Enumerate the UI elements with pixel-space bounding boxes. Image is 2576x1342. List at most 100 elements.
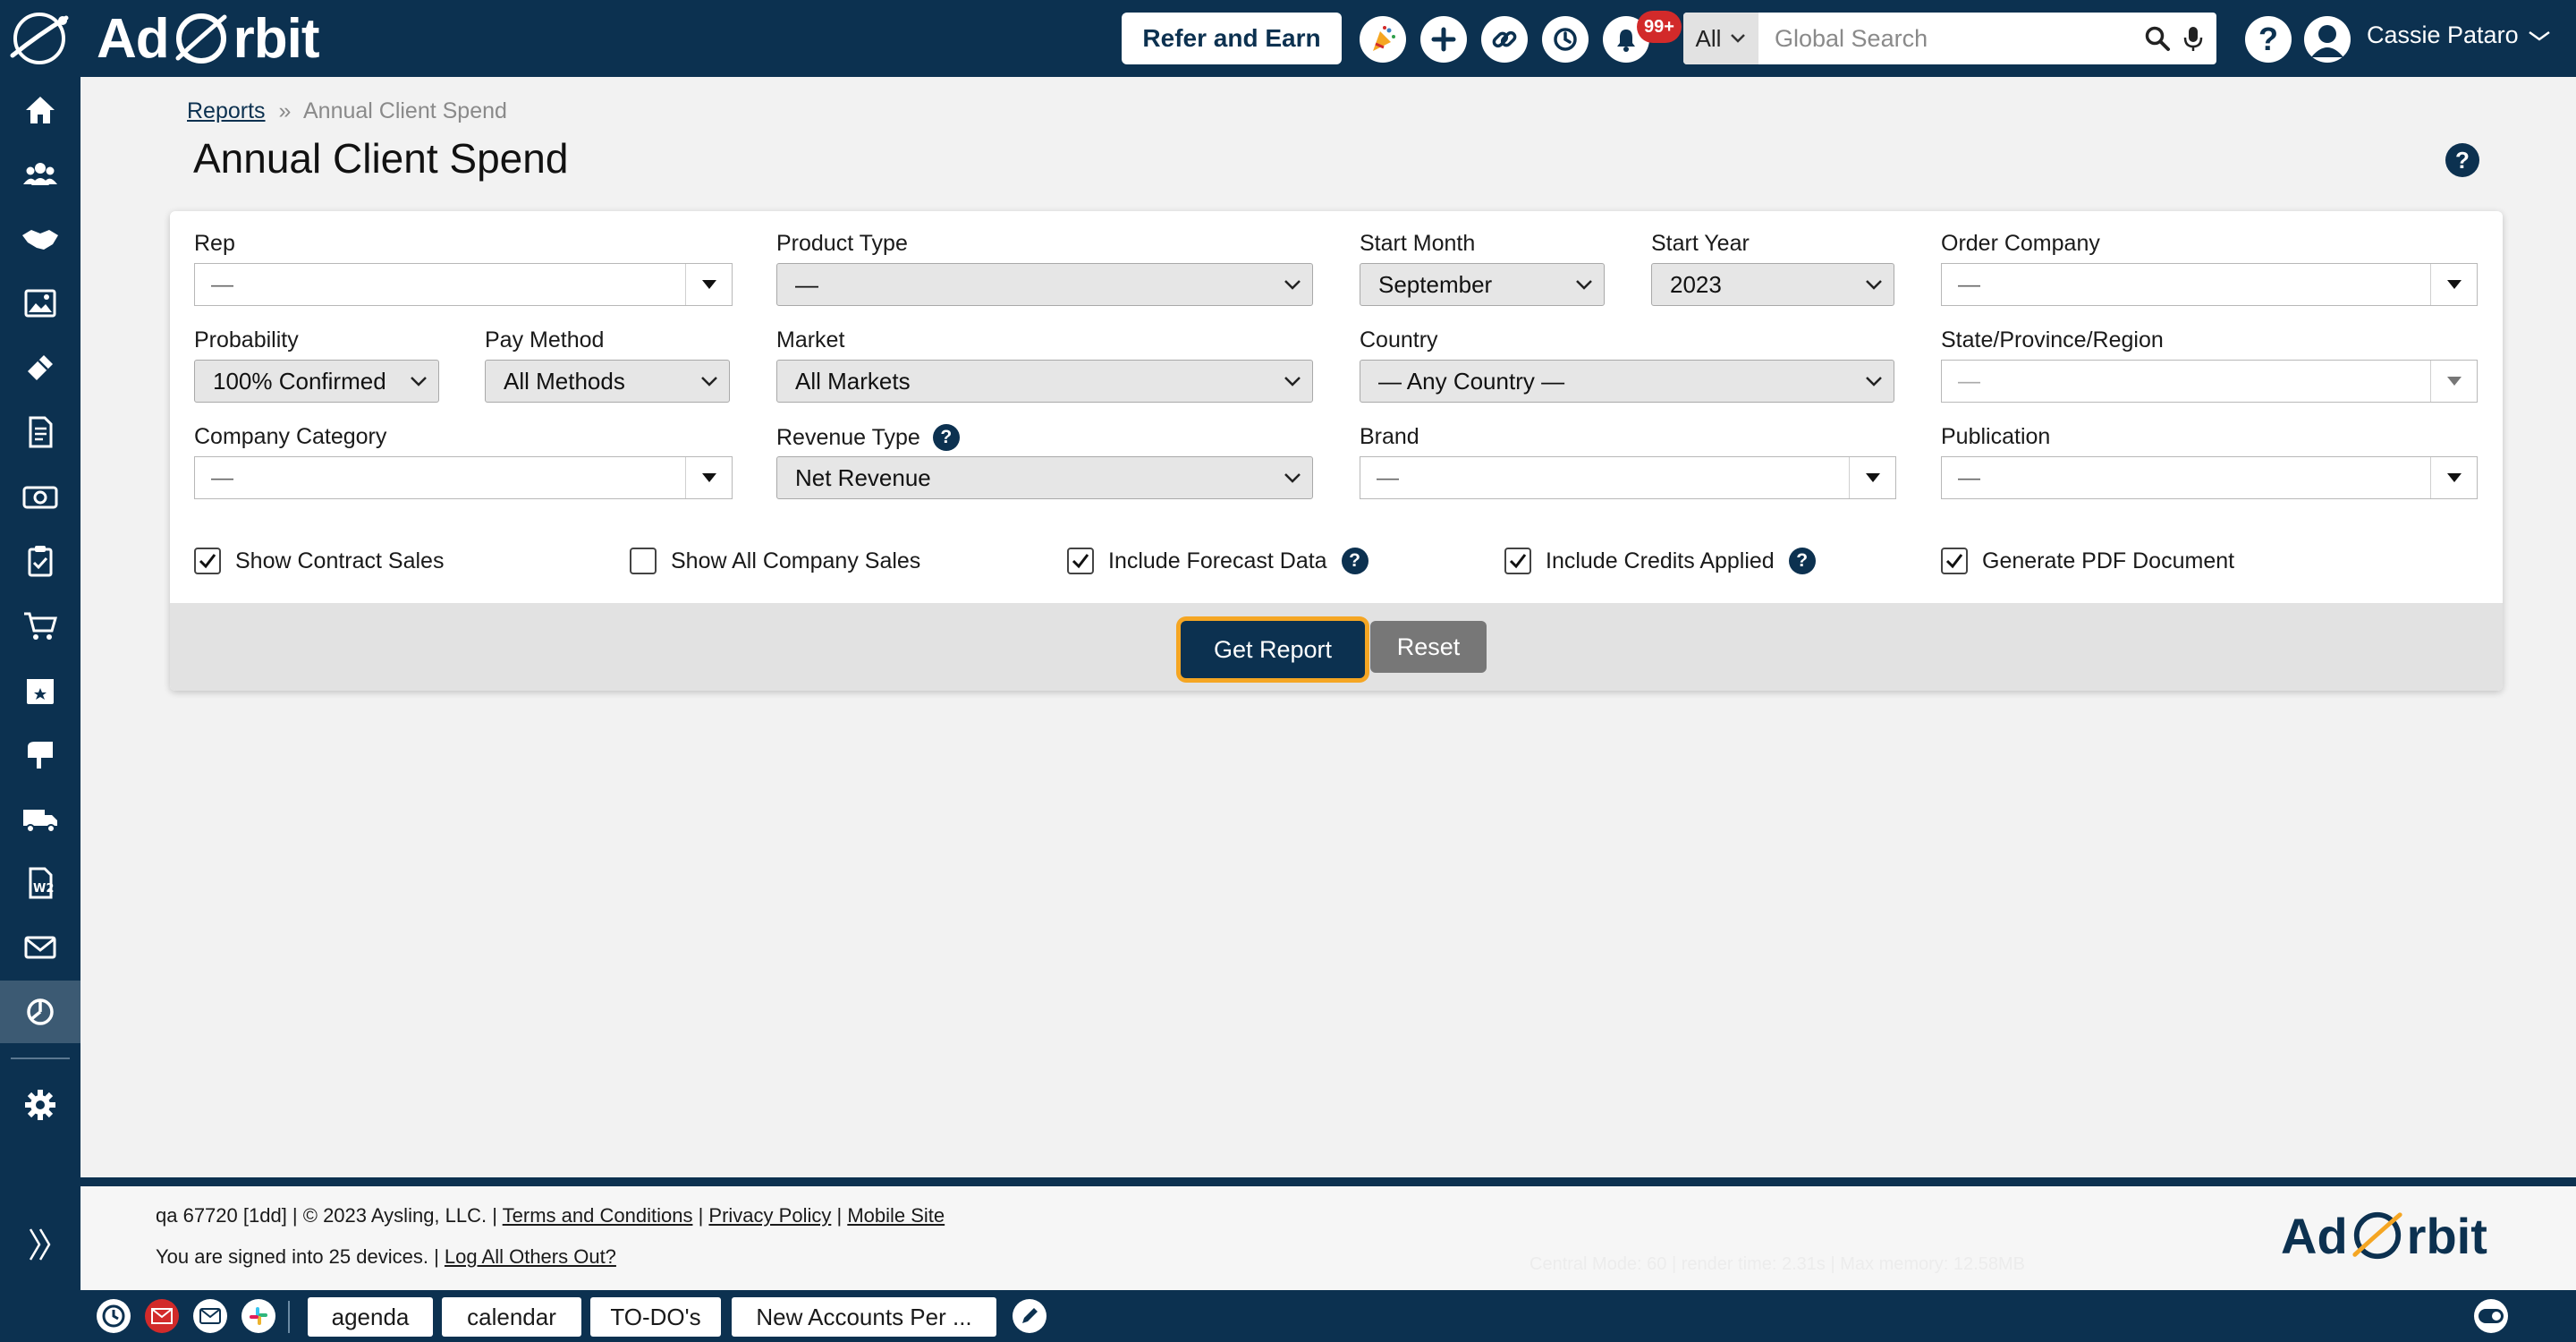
clock-icon[interactable] (97, 1299, 131, 1333)
checkbox[interactable] (630, 548, 657, 574)
checkbox[interactable] (194, 548, 221, 574)
page-help-icon[interactable]: ? (2445, 143, 2479, 177)
breadcrumb-reports-link[interactable]: Reports (187, 98, 266, 123)
footer-logo-text-left: Ad (2281, 1207, 2348, 1264)
refer-and-earn-button[interactable]: Refer and Earn (1122, 13, 1342, 64)
checkbox[interactable] (1504, 548, 1531, 574)
taskbar-tab-todos[interactable]: TO-DO's (590, 1297, 721, 1337)
caret-down-icon[interactable] (2430, 361, 2477, 402)
chevron-down-icon (1273, 279, 1312, 290)
user-menu[interactable]: Cassie Pataro (2367, 21, 2551, 49)
sidebar-item-tasks[interactable] (0, 530, 80, 592)
mobile-site-link[interactable]: Mobile Site (847, 1204, 945, 1227)
sidebar-item-email[interactable] (0, 916, 80, 979)
sidebar-item-reports[interactable] (0, 981, 80, 1043)
sidebar-item-deals[interactable] (0, 208, 80, 270)
chevron-down-icon (690, 376, 729, 386)
brand-combobox[interactable]: — (1360, 456, 1896, 499)
devices-text: You are signed into 25 devices. | (156, 1245, 439, 1268)
truck-icon (23, 810, 57, 833)
sidebar-item-billing[interactable] (0, 465, 80, 528)
sidebar-item-orders[interactable] (0, 594, 80, 657)
sidebar-item-documents[interactable] (0, 401, 80, 463)
breadcrumb-separator: » (278, 98, 292, 123)
sidebar-item-events[interactable] (0, 658, 80, 721)
slack-icon[interactable] (242, 1299, 275, 1333)
sidebar-item-mail[interactable] (0, 723, 80, 786)
sidebar-item-tools[interactable] (0, 336, 80, 399)
get-report-button[interactable]: Get Report (1181, 621, 1365, 678)
question-icon[interactable]: ? (1341, 548, 1368, 574)
caret-down-icon[interactable] (1849, 457, 1895, 498)
party-icon[interactable] (1360, 16, 1406, 63)
link-icon[interactable] (1481, 16, 1528, 63)
pay-method-select[interactable]: All Methods (485, 360, 730, 403)
probability-select[interactable]: 100% Confirmed (194, 360, 439, 403)
history-icon[interactable] (1542, 16, 1589, 63)
footer-separator: | (836, 1204, 843, 1227)
caret-down-icon[interactable] (2430, 457, 2477, 498)
chevron-down-icon (1273, 376, 1312, 386)
add-icon[interactable] (1420, 16, 1467, 63)
sidebar-item-tax[interactable]: W2 (0, 852, 80, 914)
sidebar-item-home[interactable] (0, 79, 80, 141)
global-search-input[interactable] (1758, 13, 2131, 64)
taskbar-tab-agenda[interactable]: agenda (308, 1297, 433, 1337)
chevron-down-icon (2528, 30, 2550, 41)
user-avatar-icon[interactable] (2304, 16, 2351, 63)
help-icon[interactable]: ? (2245, 16, 2292, 63)
reset-button[interactable]: Reset (1370, 621, 1487, 673)
caret-down-icon[interactable] (685, 457, 732, 498)
question-icon[interactable]: ? (932, 424, 960, 451)
include-forecast-data-option[interactable]: Include Forecast Data ? (1067, 548, 1368, 574)
privacy-link[interactable]: Privacy Policy (708, 1204, 831, 1227)
sidebar-divider (11, 1057, 70, 1059)
orbit-logo-icon[interactable] (7, 11, 72, 66)
toggle-icon[interactable] (2474, 1299, 2508, 1333)
search-icon[interactable] (2144, 25, 2171, 52)
footer-legal: qa 67720 [1dd] | © 2023 Aysling, LLC. | … (156, 1204, 945, 1227)
taskbar-tab-calendar[interactable]: calendar (442, 1297, 581, 1337)
taskbar-tab-new-accounts[interactable]: New Accounts Per ... (732, 1297, 996, 1337)
message-icon[interactable] (193, 1299, 227, 1333)
terms-link[interactable]: Terms and Conditions (503, 1204, 693, 1227)
footer: qa 67720 [1dd] | © 2023 Aysling, LLC. | … (80, 1186, 2576, 1290)
show-all-company-sales-option[interactable]: Show All Company Sales (630, 548, 920, 574)
log-others-out-link[interactable]: Log All Others Out? (445, 1245, 616, 1268)
country-select[interactable]: — Any Country — (1360, 360, 1894, 403)
double-chevron-right-icon (29, 1228, 51, 1261)
company-category-combobox[interactable]: — (194, 456, 733, 499)
market-select[interactable]: All Markets (776, 360, 1313, 403)
publication-combobox[interactable]: — (1941, 456, 2478, 499)
checkbox[interactable] (1941, 548, 1968, 574)
state-combobox[interactable]: — (1941, 360, 2478, 403)
sidebar-item-contacts[interactable] (0, 143, 80, 206)
start-year-select[interactable]: 2023 (1651, 263, 1894, 306)
search-scope-select[interactable]: All (1683, 13, 1758, 64)
generate-pdf-option[interactable]: Generate PDF Document (1941, 548, 2234, 574)
sidebar-item-shipping[interactable] (0, 787, 80, 850)
checkbox[interactable] (1067, 548, 1094, 574)
logo-text-right: rbit (233, 7, 320, 70)
show-contract-sales-option[interactable]: Show Contract Sales (194, 548, 444, 574)
edit-pencil-icon[interactable] (1013, 1299, 1046, 1333)
start-month-select[interactable]: September (1360, 263, 1605, 306)
order-company-combobox[interactable]: — (1941, 263, 2478, 306)
mail-alert-icon[interactable] (145, 1299, 179, 1333)
brand-label: Brand (1360, 424, 1419, 449)
include-credits-applied-option[interactable]: Include Credits Applied ? (1504, 548, 1816, 574)
rep-combobox[interactable]: — (194, 263, 733, 306)
brand-logo[interactable]: Ad rbit (97, 7, 320, 70)
revenue-type-select[interactable]: Net Revenue (776, 456, 1313, 499)
caret-down-icon[interactable] (2430, 264, 2477, 305)
sidebar-expand-button[interactable] (0, 1213, 80, 1276)
caret-down-icon[interactable] (685, 264, 732, 305)
sidebar-item-settings[interactable] (0, 1074, 80, 1136)
product-type-select[interactable]: — (776, 263, 1313, 306)
panel-actions: Get Report Reset (170, 603, 2503, 691)
question-icon[interactable]: ? (1788, 548, 1816, 574)
global-search: All (1683, 13, 2216, 64)
microphone-icon[interactable] (2183, 25, 2203, 52)
footer-separator: | (698, 1204, 704, 1227)
sidebar-item-media[interactable] (0, 272, 80, 335)
